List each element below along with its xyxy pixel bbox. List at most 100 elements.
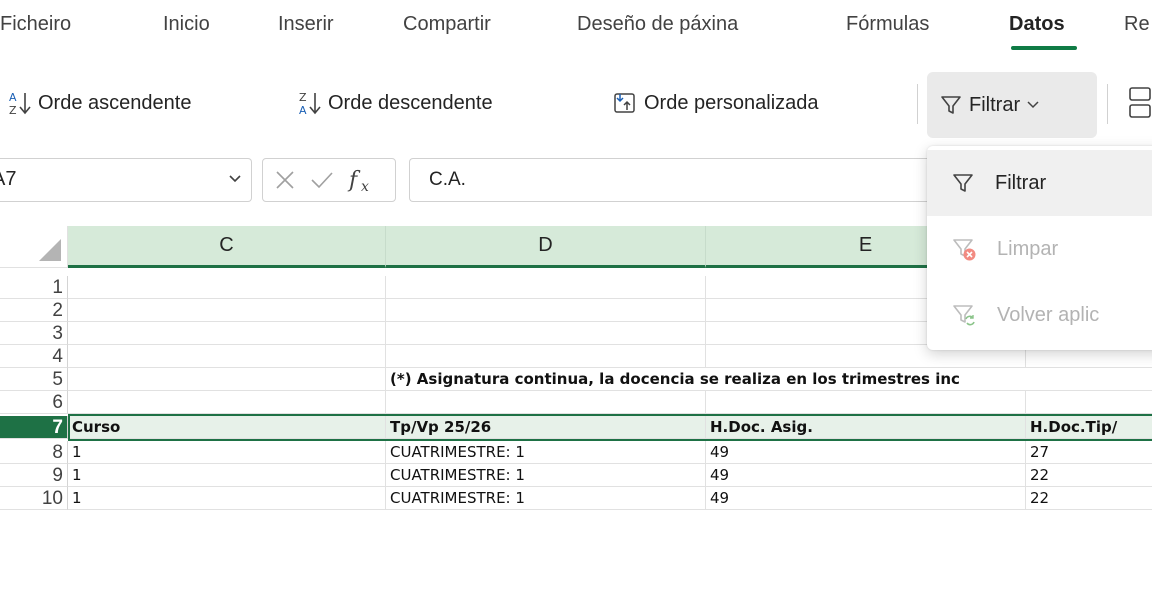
clear-filter-icon	[951, 236, 977, 262]
tab-datos[interactable]: Datos	[1009, 13, 1065, 36]
menu-item-label: Limpar	[997, 237, 1059, 260]
row-header[interactable]: 1	[0, 276, 68, 299]
table-row: 10 1 CUATRIMESTRE: 1 49 22	[0, 487, 1152, 510]
custom-sort-icon	[612, 90, 638, 116]
tab-inserir[interactable]: Inserir	[278, 13, 334, 36]
row-header[interactable]: 5	[0, 368, 68, 391]
table-row: 9 1 CUATRIMESTRE: 1 49 22	[0, 464, 1152, 487]
menu-item-limpar[interactable]: Limpar	[927, 216, 1152, 282]
filter-button[interactable]: Filtrar	[927, 72, 1097, 138]
svg-text:f: f	[347, 168, 361, 193]
header-cell[interactable]: Tp/Vp 25/26	[386, 416, 706, 439]
ribbon-divider	[1107, 84, 1108, 124]
row-header[interactable]: 10	[0, 487, 68, 510]
tab-inicio[interactable]: Inicio	[163, 13, 210, 36]
cell[interactable]	[386, 299, 706, 322]
cell[interactable]	[68, 322, 386, 345]
tab-deseno-de-paxina[interactable]: Deseño de páxina	[577, 13, 738, 36]
row-header[interactable]: 4	[0, 345, 68, 368]
cell[interactable]	[68, 391, 386, 414]
formula-input[interactable]: C.A.	[409, 158, 969, 202]
cell[interactable]: CUATRIMESTRE: 1	[386, 464, 706, 487]
row-header[interactable]: 3	[0, 322, 68, 345]
cell[interactable]: 1	[68, 487, 386, 510]
chevron-down-icon[interactable]	[227, 171, 243, 187]
column-header-d[interactable]: D	[386, 226, 706, 268]
cell[interactable]	[386, 276, 706, 299]
confirm-icon[interactable]	[309, 168, 335, 192]
table-row: 6	[0, 391, 1152, 414]
row-header[interactable]: 8	[0, 441, 68, 464]
custom-sort-button[interactable]: Orde personalizada	[612, 88, 819, 118]
cell[interactable]	[706, 391, 1026, 414]
ribbon-tabs: Ficheiro Inicio Inserir Compartir Deseño…	[0, 0, 1152, 56]
cell[interactable]: 22	[1026, 464, 1152, 487]
cell[interactable]	[68, 276, 386, 299]
funnel-icon	[951, 171, 975, 195]
row-header[interactable]: 2	[0, 299, 68, 322]
cell[interactable]: CUATRIMESTRE: 1	[386, 487, 706, 510]
active-tab-indicator	[1011, 46, 1077, 50]
select-all-icon	[39, 239, 61, 261]
cell[interactable]: CUATRIMESTRE: 1	[386, 441, 706, 464]
header-cell[interactable]: H.Doc. Asig.	[706, 416, 1026, 439]
name-box-value: A7	[0, 168, 17, 190]
cell[interactable]	[1026, 391, 1152, 414]
data-tools-icon[interactable]	[1128, 86, 1152, 125]
cell[interactable]: 22	[1026, 487, 1152, 510]
svg-text:A: A	[9, 91, 17, 104]
cancel-icon[interactable]	[273, 168, 297, 192]
tab-formulas[interactable]: Fórmulas	[846, 13, 929, 36]
sort-ascending-button[interactable]: A Z Orde ascendente	[8, 88, 191, 118]
sort-descending-icon: Z A	[298, 90, 322, 116]
table-row-selected: 7 Curso Tp/Vp 25/26 H.Doc. Asig. H.Doc.T…	[0, 416, 1152, 439]
table-row: 8 1 CUATRIMESTRE: 1 49 27	[0, 441, 1152, 464]
custom-sort-label: Orde personalizada	[644, 91, 819, 114]
tab-revisar[interactable]: Re	[1124, 13, 1150, 36]
header-cell[interactable]: H.Doc.Tip/	[1026, 416, 1152, 439]
sort-ascending-icon: A Z	[8, 90, 32, 116]
cell[interactable]: 1	[68, 441, 386, 464]
menu-item-volver-aplicar[interactable]: Volver aplic	[927, 282, 1152, 348]
chevron-down-icon	[1026, 100, 1040, 110]
funnel-icon	[939, 93, 963, 117]
cell[interactable]: 49	[706, 487, 1026, 510]
reapply-filter-icon	[951, 302, 977, 328]
svg-text:Z: Z	[9, 104, 17, 116]
row-header[interactable]: 6	[0, 391, 68, 414]
svg-text:x: x	[361, 179, 369, 195]
cell[interactable]	[386, 391, 706, 414]
cell[interactable]: 49	[706, 441, 1026, 464]
insert-function-icon[interactable]: f x	[347, 165, 387, 195]
table-row: 5 (*) Asignatura continua, la docencia s…	[0, 368, 1152, 391]
name-box[interactable]: A7	[0, 158, 252, 202]
cell[interactable]	[68, 345, 386, 368]
sort-ascending-label: Orde ascendente	[38, 91, 192, 114]
cell[interactable]: 27	[1026, 441, 1152, 464]
column-header-c[interactable]: C	[68, 226, 386, 268]
sort-descending-button[interactable]: Z A Orde descendente	[298, 88, 493, 118]
formula-actions: f x	[262, 158, 396, 202]
tab-compartir[interactable]: Compartir	[403, 13, 491, 36]
menu-item-label: Volver aplic	[997, 303, 1100, 326]
header-cell[interactable]: Curso	[68, 416, 386, 439]
ribbon-divider	[917, 84, 918, 124]
filter-button-label: Filtrar	[969, 93, 1021, 116]
svg-text:Z: Z	[299, 91, 307, 104]
cell[interactable]	[68, 299, 386, 322]
cell[interactable]: 49	[706, 464, 1026, 487]
cell[interactable]	[386, 322, 706, 345]
menu-item-label: Filtrar	[995, 171, 1047, 194]
row-header-selected[interactable]: 7	[0, 416, 68, 439]
filter-dropdown-menu: Filtrar Limpar Volver aplic	[927, 146, 1152, 350]
cell[interactable]: 1	[68, 464, 386, 487]
tab-ficheiro[interactable]: Ficheiro	[0, 13, 71, 36]
note-cell[interactable]: (*) Asignatura continua, la docencia se …	[386, 368, 1152, 391]
row-header[interactable]: 9	[0, 464, 68, 487]
cell[interactable]	[386, 345, 706, 368]
menu-item-filtrar[interactable]: Filtrar	[927, 150, 1152, 216]
cell[interactable]	[68, 368, 386, 391]
svg-text:A: A	[299, 104, 307, 116]
select-all-button[interactable]	[0, 226, 68, 268]
sort-descending-label: Orde descendente	[328, 91, 493, 114]
